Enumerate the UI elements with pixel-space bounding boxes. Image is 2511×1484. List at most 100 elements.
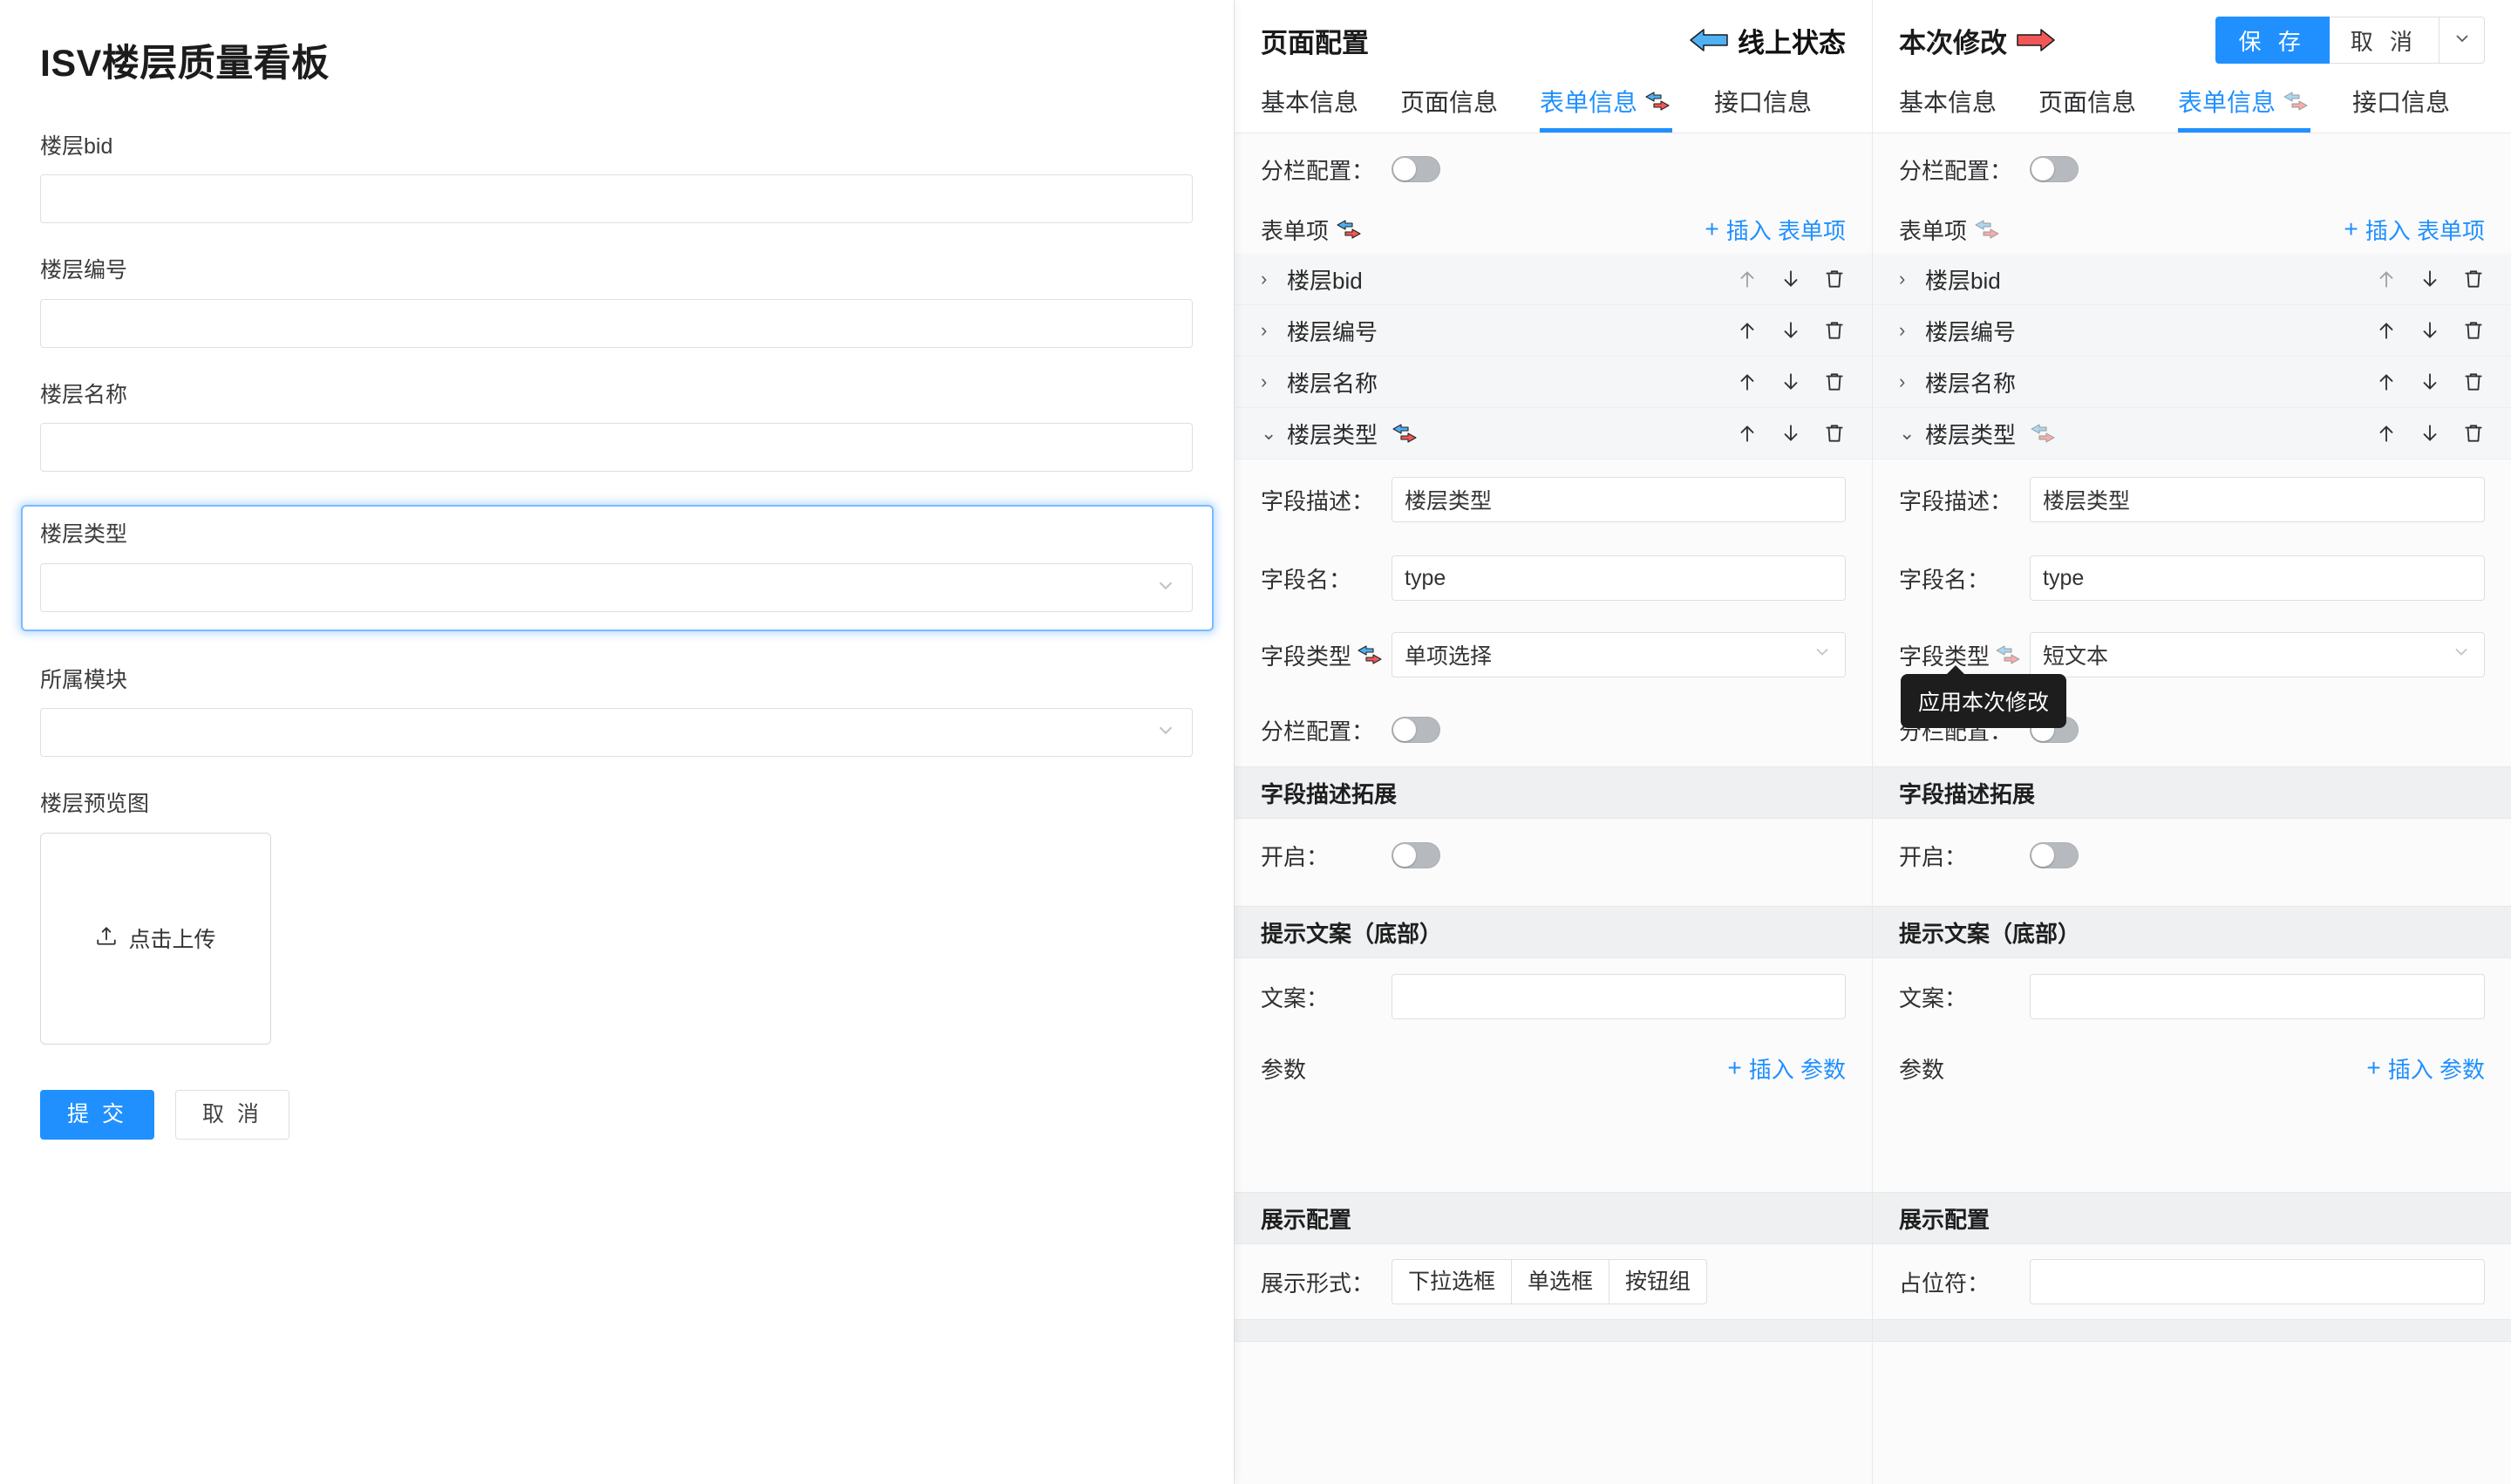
swap-arrows-icon[interactable] [1993,643,2023,667]
desc-ext-enable-label: 开启： [1899,843,1968,870]
tab-api-info[interactable]: 接口信息 [1714,75,1812,133]
trash-icon[interactable] [2462,371,2485,393]
swap-arrows-icon[interactable] [1355,643,1385,667]
insert-param-button[interactable]: + 插入 参数 [1727,1052,1846,1085]
chevron-right-icon[interactable]: › [1261,268,1275,290]
insert-form-item-button[interactable]: + 插入 表单项 [1705,214,1846,246]
tab-basic-info[interactable]: 基本信息 [1261,75,1358,133]
floor-name-input[interactable] [40,423,1193,473]
form-label-floor-number: 楼层编号 [40,258,128,283]
arrow-up-icon[interactable] [2375,371,2398,393]
table-row[interactable]: › 楼层编号 [1873,305,2511,357]
arrow-down-icon[interactable] [2419,422,2441,445]
column-config-toggle[interactable] [2030,156,2079,182]
display-form-option-dropdown[interactable]: 下拉选框 [1392,1259,1513,1304]
arrow-up-icon[interactable] [1736,268,1759,290]
form-items-header: 表单项 + 插入 表单项 [1235,205,1872,254]
arrow-up-icon[interactable] [1736,319,1759,342]
field-column-config-row: 分栏配置： 应用本次修改 [1873,665,2511,766]
save-button[interactable]: 保 存 [2215,17,2330,64]
field-desc-input[interactable] [2030,477,2485,522]
upload-dropzone[interactable]: 点击上传 [40,832,271,1045]
arrow-up-icon[interactable] [2375,319,2398,342]
trash-icon[interactable] [2462,319,2485,342]
chevron-right-icon[interactable]: › [1899,319,1913,342]
form-item-actions [1736,371,1846,393]
module-select[interactable] [40,708,1193,758]
arrow-up-icon[interactable] [1736,422,1759,445]
table-row[interactable]: ⌄ 楼层类型 [1235,408,1872,459]
arrow-down-icon[interactable] [1779,319,1802,342]
arrow-up-icon[interactable] [2375,268,2398,290]
insert-form-item-label: 插入 表单项 [2365,217,2485,244]
chevron-right-icon[interactable]: › [1899,268,1913,290]
more-actions-dropdown[interactable] [2440,17,2485,64]
chevron-right-icon[interactable]: › [1261,371,1275,393]
section-desc-ext: 字段描述拓展 [1873,766,2511,819]
tab-form-info[interactable]: 表单信息 [2178,75,2311,133]
chevron-right-icon[interactable]: › [1899,371,1913,393]
chevron-down-icon[interactable]: ⌄ [1899,422,1915,445]
tab-page-info[interactable]: 页面信息 [1400,75,1498,133]
field-type-select[interactable]: 单项选择 [1392,632,1846,677]
column-config-toggle[interactable] [1392,156,1440,182]
form-item-label: 楼层类型 [1925,421,2017,448]
display-form-option-radio[interactable]: 单选框 [1511,1259,1610,1304]
page-config-panel: 页面配置 线上状态 基本信息 页面信息 表单信息 接口信息 分栏配置： 表单项 … [1234,0,1872,1484]
section-divider [1873,1319,2511,1342]
table-row[interactable]: › 楼层bid [1873,254,2511,305]
cancel-button[interactable]: 取 消 [174,1089,289,1140]
table-row[interactable]: ⌄ 楼层类型 [1873,408,2511,459]
cancel-button[interactable]: 取 消 [2329,17,2440,64]
hint-copy-input[interactable] [1392,974,1846,1019]
desc-ext-enable-toggle[interactable] [2030,842,2079,868]
arrow-down-icon[interactable] [1779,268,1802,290]
insert-form-item-button[interactable]: + 插入 表单项 [2344,214,2485,246]
floor-type-select-wrap [40,562,1193,612]
floor-number-input[interactable] [40,298,1193,348]
table-row[interactable]: › 楼层名称 [1873,357,2511,408]
field-desc-label: 字段描述： [1261,487,1375,514]
trash-icon[interactable] [1823,319,1846,342]
trash-icon[interactable] [1823,422,1846,445]
tab-form-info[interactable]: 表单信息 [1540,75,1673,133]
submit-button[interactable]: 提 交 [40,1089,154,1140]
desc-ext-enable-toggle[interactable] [1392,842,1440,868]
arrow-down-icon[interactable] [2419,319,2441,342]
arrow-right-red-icon [2016,25,2056,55]
display-form-option-buttongroup[interactable]: 按钮组 [1609,1259,1708,1304]
upload-button-label: 点击上传 [128,928,216,953]
trash-icon[interactable] [2462,422,2485,445]
arrow-up-icon[interactable] [1736,371,1759,393]
tab-basic-info-label: 基本信息 [1261,89,1359,116]
arrow-down-icon[interactable] [1779,371,1802,393]
field-name-input[interactable] [2030,555,2485,601]
field-desc-input[interactable] [1392,477,1846,522]
tab-page-info[interactable]: 页面信息 [2038,75,2136,133]
chevron-right-icon[interactable]: › [1261,319,1275,342]
tab-basic-info[interactable]: 基本信息 [1899,75,1997,133]
table-row[interactable]: › 楼层名称 [1235,357,1872,408]
trash-icon[interactable] [1823,268,1846,290]
field-name-input[interactable] [1392,555,1846,601]
tab-api-info[interactable]: 接口信息 [2352,75,2450,133]
field-type-select[interactable]: 短文本 [2030,632,2485,677]
floor-type-select[interactable] [40,562,1193,612]
arrow-down-icon[interactable] [2419,268,2441,290]
trash-icon[interactable] [2462,268,2485,290]
table-row[interactable]: › 楼层编号 [1235,305,1872,357]
chevron-down-icon[interactable]: ⌄ [1261,422,1276,445]
arrow-down-icon[interactable] [2419,371,2441,393]
form-item-left: › 楼层编号 [1261,315,1378,347]
hint-copy-input[interactable] [2030,974,2485,1019]
trash-icon[interactable] [1823,371,1846,393]
form-preview-panel: ISV楼层质量看板 楼层bid 楼层编号 楼层名称 楼层类型 所属模块 楼层预览… [0,0,1234,1484]
placeholder-input[interactable] [2030,1259,2485,1304]
field-column-config-toggle[interactable] [1392,717,1440,743]
insert-param-button[interactable]: + 插入 参数 [2366,1052,2485,1085]
arrow-down-icon[interactable] [1779,422,1802,445]
arrow-up-icon[interactable] [2375,422,2398,445]
form-label-floor-name: 楼层名称 [40,382,128,407]
table-row[interactable]: › 楼层bid [1235,254,1872,305]
floor-bid-input[interactable] [40,174,1193,224]
